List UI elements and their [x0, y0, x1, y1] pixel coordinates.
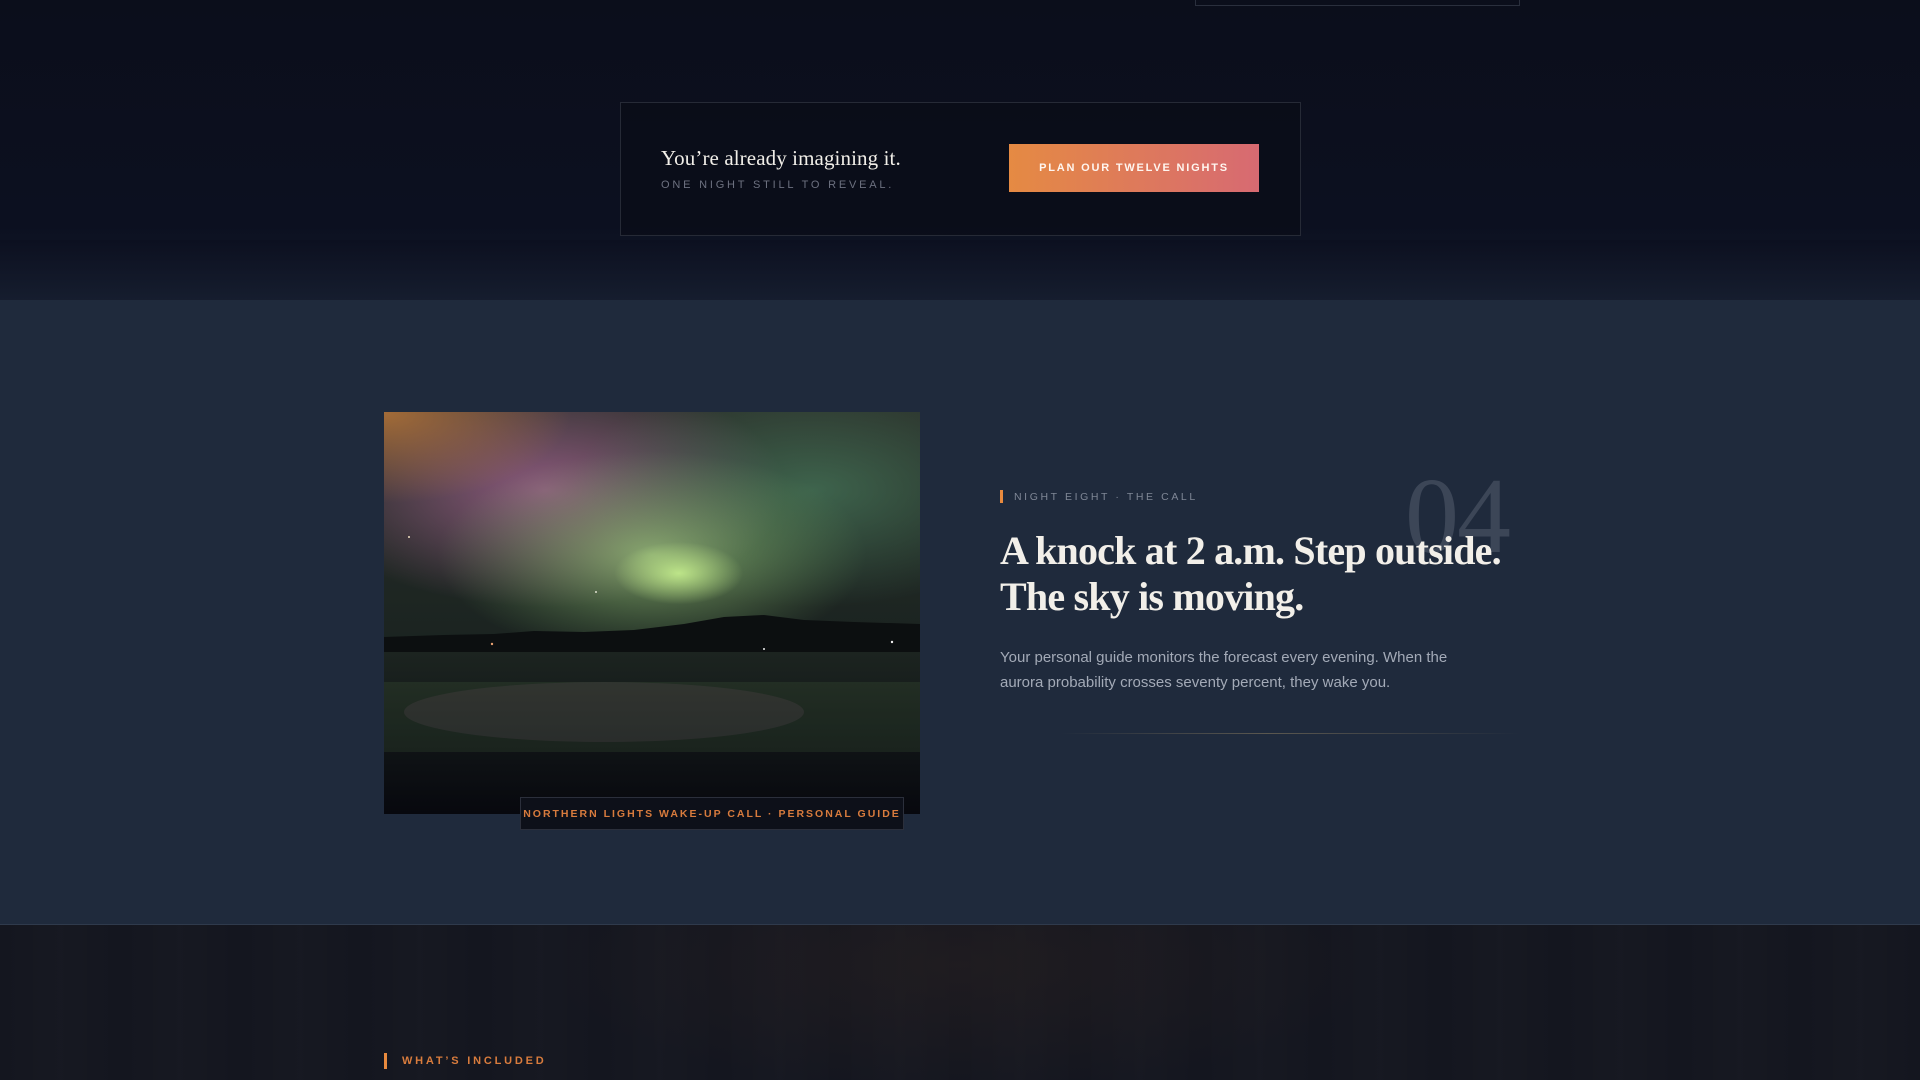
- included-section: [0, 925, 1920, 1080]
- included-eyebrow: WHAT’S INCLUDED: [384, 1053, 546, 1069]
- teaser-subtitle: ONE NIGHT STILL TO REVEAL.: [661, 179, 895, 191]
- headline-line-1: A knock at 2 a.m. Step outside.: [1000, 528, 1502, 573]
- headline-line-2: The sky is moving.: [1000, 574, 1304, 619]
- section-divider: [1060, 733, 1520, 734]
- previous-card-edge: [1195, 0, 1520, 6]
- aurora-photo: [384, 412, 920, 814]
- night-headline: A knock at 2 a.m. Step outside. The sky …: [1000, 528, 1520, 620]
- plan-nights-button[interactable]: PLAN OUR TWELVE NIGHTS: [1009, 144, 1259, 192]
- night-description: Your personal guide monitors the forecas…: [1000, 649, 1448, 691]
- night-section: [0, 300, 1920, 925]
- included-background: [0, 925, 1920, 1080]
- aurora-borealis-image: [384, 412, 920, 814]
- photo-caption: NORTHERN LIGHTS WAKE-UP CALL · PERSONAL …: [520, 797, 904, 830]
- teaser-title: You’re already imagining it.: [661, 146, 901, 170]
- night-eyebrow: NIGHT EIGHT · THE CALL: [1000, 490, 1198, 503]
- teaser-card: You’re already imagining it. ONE NIGHT S…: [620, 102, 1301, 236]
